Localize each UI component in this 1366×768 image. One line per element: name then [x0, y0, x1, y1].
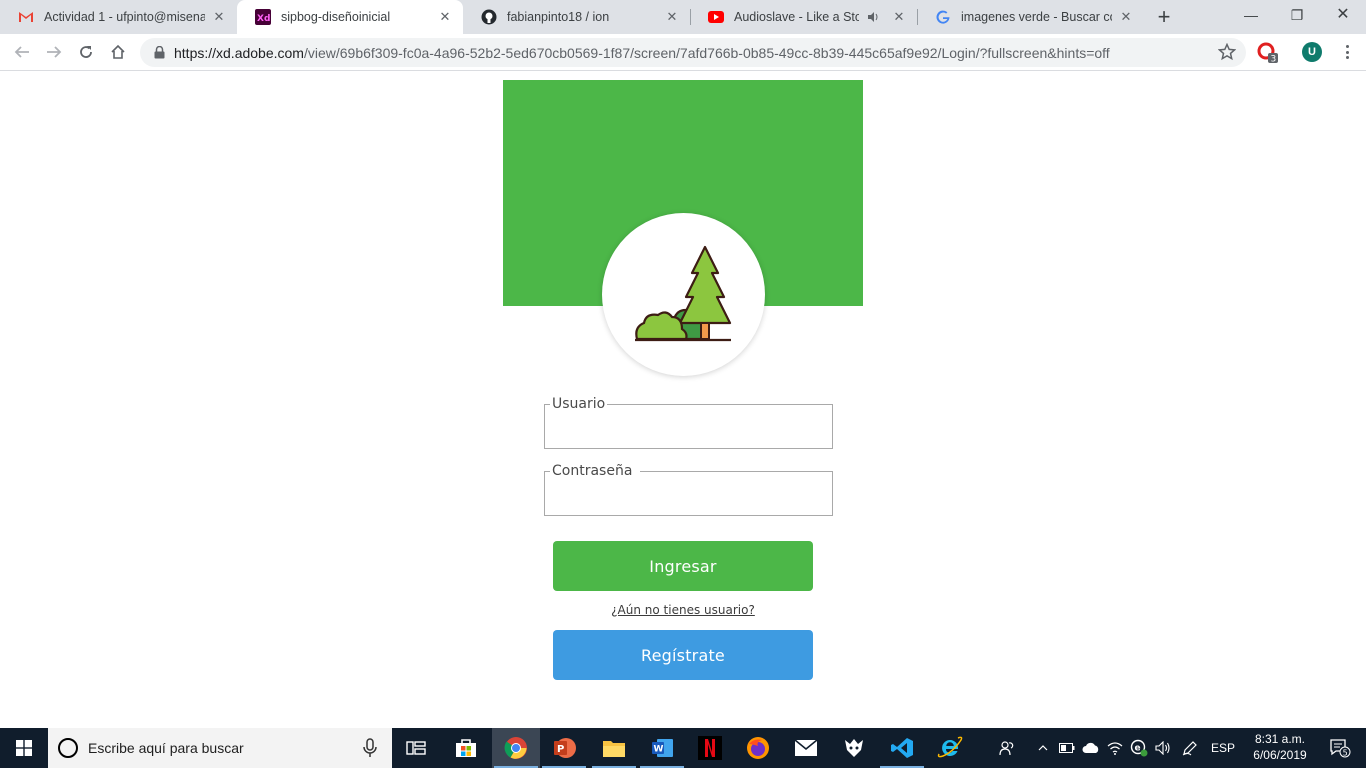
extension-badge: 3: [1271, 55, 1277, 65]
tab-title: Actividad 1 - ufpinto@misena.e: [44, 10, 205, 24]
arrow-left-icon: [14, 46, 29, 58]
github-icon: [481, 9, 497, 25]
taskbar-search[interactable]: Escribe aquí para buscar: [48, 728, 392, 768]
language-indicator[interactable]: ESP: [1206, 728, 1240, 768]
tab-title: Audioslave - Like a Stone (: [734, 10, 859, 24]
clock-time: 8:31 a.m.: [1254, 732, 1306, 746]
volume-icon[interactable]: [1152, 728, 1174, 768]
security-icon[interactable]: e: [1128, 728, 1150, 768]
close-window-button[interactable]: ✕: [1320, 0, 1366, 30]
reload-button[interactable]: [74, 40, 98, 64]
back-button[interactable]: [10, 40, 34, 64]
windows-taskbar: Escribe aquí para buscar P W e ESP 8:31 …: [0, 728, 1366, 768]
mail-icon[interactable]: [782, 728, 830, 768]
adobe-xd-icon: Xd: [255, 9, 271, 25]
word-icon[interactable]: W: [638, 728, 686, 768]
bookmark-star-icon[interactable]: [1217, 42, 1237, 61]
action-center-icon[interactable]: 5: [1320, 728, 1360, 768]
browser-menu-icon[interactable]: [1344, 42, 1350, 62]
forward-button[interactable]: [42, 40, 66, 64]
url-host: https://xd.adobe.com: [174, 44, 304, 61]
password-input[interactable]: [545, 472, 832, 515]
search-placeholder: Escribe aquí para buscar: [88, 740, 244, 756]
register-button[interactable]: Regístrate: [553, 630, 813, 680]
notification-count: 5: [1343, 748, 1348, 757]
restore-button[interactable]: ❐: [1274, 0, 1320, 30]
arrow-right-icon: [47, 46, 62, 58]
tab-strip: Actividad 1 - ufpinto@misena.e ✕ Xd sipb…: [0, 0, 1366, 34]
youtube-icon: [708, 9, 724, 25]
tab-title: sipbog-diseñoinicial: [281, 10, 391, 24]
cortana-icon: [58, 738, 78, 758]
reload-icon: [80, 46, 92, 58]
lock-icon: [152, 46, 166, 60]
trees-icon: [635, 245, 732, 342]
store-icon[interactable]: [442, 728, 490, 768]
start-button[interactable]: [0, 728, 48, 768]
svg-text:P: P: [557, 744, 564, 755]
profile-avatar[interactable]: U: [1302, 42, 1322, 62]
browser-toolbar: https://xd.adobe.com/view/69b6f309-fc0a-…: [0, 34, 1366, 71]
svg-text:Xd: Xd: [257, 14, 270, 24]
onedrive-icon[interactable]: [1080, 728, 1102, 768]
app-icon[interactable]: [830, 728, 878, 768]
svg-text:e: e: [1135, 744, 1141, 754]
svg-text:W: W: [654, 745, 664, 755]
pen-icon[interactable]: [1178, 728, 1202, 768]
xd-prototype-viewport: Usuario Contraseña Ingresar ¿Aún no tien…: [0, 71, 1366, 728]
home-button[interactable]: [106, 40, 130, 64]
vscode-icon[interactable]: [878, 728, 926, 768]
netflix-icon[interactable]: [686, 728, 734, 768]
no-account-link[interactable]: ¿Aún no tienes usuario?: [553, 603, 813, 617]
tab-title: imagenes verde - Buscar con G: [961, 10, 1112, 24]
chevron-up-icon[interactable]: [1034, 728, 1052, 768]
google-icon: [935, 9, 951, 25]
close-tab-icon[interactable]: ✕: [891, 9, 907, 25]
username-field[interactable]: Usuario: [544, 396, 833, 449]
username-input[interactable]: [545, 405, 832, 448]
url-text: https://xd.adobe.com/view/69b6f309-fc0a-…: [174, 45, 1204, 61]
file-explorer-icon[interactable]: [590, 728, 638, 768]
firefox-icon[interactable]: [734, 728, 782, 768]
close-tab-icon[interactable]: ✕: [1118, 9, 1134, 25]
wifi-icon[interactable]: [1104, 728, 1126, 768]
home-icon: [111, 44, 125, 59]
powerpoint-icon[interactable]: P: [540, 728, 588, 768]
password-field[interactable]: Contraseña: [544, 463, 833, 516]
tab-google[interactable]: imagenes verde - Buscar con G ✕: [917, 0, 1144, 34]
close-tab-icon[interactable]: ✕: [211, 9, 227, 25]
tab-github[interactable]: fabianpinto18 / ion ✕: [463, 0, 690, 34]
close-tab-icon[interactable]: ✕: [437, 9, 453, 25]
chrome-icon[interactable]: [492, 728, 540, 768]
address-bar[interactable]: https://xd.adobe.com/view/69b6f309-fc0a-…: [140, 38, 1246, 67]
taskbar-clock[interactable]: 8:31 a.m. 6/06/2019: [1244, 731, 1316, 763]
battery-icon[interactable]: [1056, 728, 1078, 768]
gmail-icon: [18, 9, 34, 25]
logo-badge: [602, 213, 765, 376]
windows-logo-icon: [16, 740, 32, 756]
microphone-icon[interactable]: [362, 738, 378, 758]
tab-youtube[interactable]: Audioslave - Like a Stone ( ✕: [690, 0, 917, 34]
speaker-icon[interactable]: [865, 9, 881, 25]
url-path: /view/69b6f309-fc0a-4a96-52b2-5ed670cb05…: [303, 44, 1110, 61]
extension-icon[interactable]: 3: [1257, 42, 1279, 65]
new-tab-button[interactable]: +: [1152, 5, 1176, 29]
internet-explorer-icon[interactable]: [926, 728, 974, 768]
clock-date: 6/06/2019: [1253, 748, 1307, 762]
people-icon[interactable]: [994, 728, 1020, 768]
close-tab-icon[interactable]: ✕: [664, 9, 680, 25]
tab-title: fabianpinto18 / ion: [507, 10, 610, 24]
tab-gmail[interactable]: Actividad 1 - ufpinto@misena.e ✕: [0, 0, 237, 34]
login-button[interactable]: Ingresar: [553, 541, 813, 591]
task-view-icon[interactable]: [392, 728, 440, 768]
tab-adobe-xd[interactable]: Xd sipbog-diseñoinicial ✕: [237, 0, 463, 34]
minimize-button[interactable]: —: [1228, 0, 1274, 30]
